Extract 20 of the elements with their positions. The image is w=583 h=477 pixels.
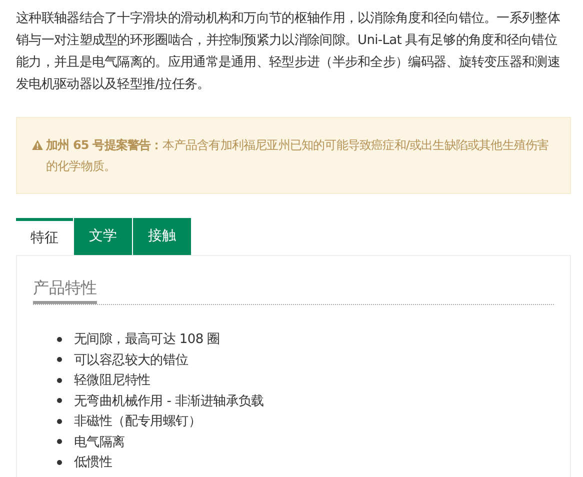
tab[interactable]: 文学 [74, 218, 132, 255]
bullet-icon [57, 439, 62, 444]
bullet-icon [57, 460, 62, 465]
bullet-icon [57, 336, 62, 342]
feature-item: 无间隙，最高可达 108 圈 [74, 331, 220, 348]
feature-item: 无弯曲机械作用 - 非渐进轴承负载 [74, 392, 264, 410]
section-heading: 产品特性 [33, 277, 97, 299]
tab[interactable]: 接触 [133, 218, 191, 255]
warning-icon [32, 140, 43, 150]
feature-item: 低惯性 [74, 454, 112, 472]
feature-item: 可以容忍较大的错位 [74, 352, 188, 369]
feature-item: 轻微阻尼特性 [74, 372, 150, 390]
bullet-icon [57, 418, 62, 424]
bullet-icon [57, 398, 62, 404]
feature-item: 电气隔离 [74, 434, 125, 451]
bullet-icon [57, 357, 62, 362]
bullet-icon [57, 378, 62, 383]
feature-item: 非磁性（配专用螺钉） [74, 413, 202, 430]
warning-text: 加州 65 号提案警告：本产品含有加利福尼亚州已知的可能导致癌症和/或出生缺陷或其他生殖伤害的化学物质。 [46, 137, 550, 175]
product-description: 这种联轴器结合了十字滑块的滑动机构和万向节的枢轴作用，以消除角度和径向错位。一系列整体销与一对注塑成型的环形圈啮合，并控制预紧力以消除间隙。Uni-Lat 具有足够的角度和径向错位能力，并且是电气隔离的。应用通常是通用、轻型步进（半步和全步）编码器、旋转变压器和测速发电机驱动器以及轻型推/拉任务。 [16, 10, 561, 94]
